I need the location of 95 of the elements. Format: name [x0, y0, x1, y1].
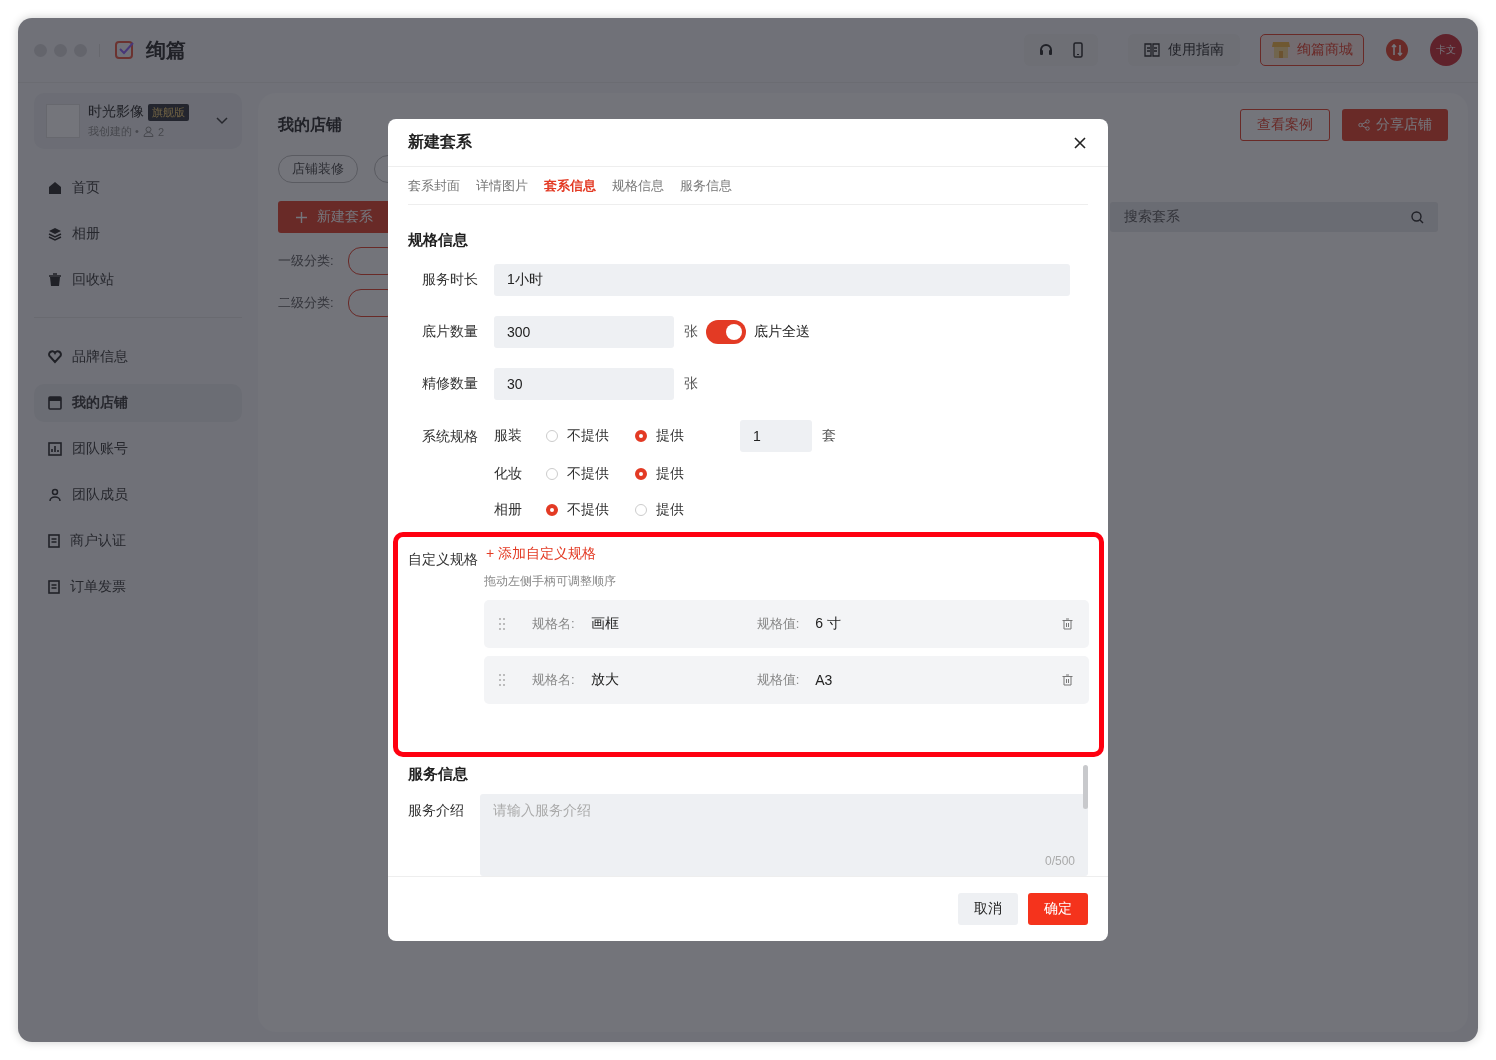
dialog-tab[interactable]: 套系封面	[408, 176, 460, 195]
dialog-tab[interactable]: 套系信息	[544, 176, 596, 195]
close-icon[interactable]	[1074, 136, 1086, 149]
chart-icon	[48, 442, 62, 456]
store-icon	[48, 396, 62, 410]
quantity-field[interactable]: 1	[740, 420, 812, 452]
unit-label: 套	[822, 427, 836, 445]
home-icon	[48, 181, 62, 195]
cancel-button[interactable]: 取消	[958, 893, 1018, 925]
radio-button[interactable]	[635, 430, 647, 442]
sort-badge-icon[interactable]	[1386, 39, 1408, 61]
phone-icon[interactable]	[1072, 42, 1084, 58]
tier-badge: 旗舰版	[148, 103, 189, 121]
dialog-tab[interactable]: 规格信息	[612, 176, 664, 195]
sidebar-item[interactable]: 首页	[34, 169, 242, 207]
add-custom-spec-link[interactable]: + 添加自定义规格	[486, 545, 597, 563]
toggle-label: 底片全送	[754, 323, 810, 341]
document-icon	[48, 534, 60, 548]
field-label: 服务介绍	[408, 802, 465, 820]
confirm-button[interactable]: 确定	[1028, 893, 1088, 925]
spec-value: A3	[815, 672, 834, 688]
spec-value-label: 规格值:	[756, 615, 800, 633]
sidebar-item[interactable]: 品牌信息	[34, 338, 242, 376]
spec-name-label: 规格名:	[532, 671, 575, 689]
spec-name: 相册	[494, 501, 523, 519]
unit-label: 张	[684, 375, 698, 393]
app-name: 绚篇	[146, 37, 186, 63]
duration-field[interactable]: 1小时	[494, 264, 1070, 296]
plus-icon	[296, 211, 307, 223]
person-icon	[142, 126, 154, 137]
dialog-tab[interactable]: 服务信息	[680, 176, 732, 195]
field-label: 自定义规格	[408, 551, 479, 569]
radio-option[interactable]: 不提供	[546, 501, 635, 519]
store-tab[interactable]: 店铺装修	[278, 155, 358, 183]
filter-label: 二级分类:	[278, 294, 334, 312]
field-label: 系统规格	[421, 427, 478, 446]
unit-label: 张	[684, 323, 698, 341]
retouch-count-field[interactable]: 30	[494, 368, 674, 400]
spec-name: 化妆	[494, 465, 523, 483]
share-store-button[interactable]: 分享店铺	[1342, 109, 1448, 141]
sidebar-item[interactable]: 相册	[34, 215, 242, 253]
radio-button[interactable]	[635, 468, 647, 480]
radio-option[interactable]: 提供	[635, 465, 724, 483]
spec-value-label: 规格值:	[756, 671, 800, 689]
radio-option[interactable]: 提供	[635, 427, 724, 445]
spec-name-value: 放大	[590, 671, 620, 689]
toggle-switch[interactable]	[706, 320, 746, 344]
radio-option[interactable]: 不提供	[546, 465, 635, 483]
scrollbar[interactable]	[1083, 765, 1088, 809]
checkbox-logo-icon	[114, 39, 136, 61]
character-counter: 0/500	[1044, 854, 1075, 868]
spec-value: 6 寸	[815, 615, 842, 633]
dialog-title: 新建套系	[408, 132, 472, 152]
trash-icon[interactable]	[1062, 674, 1073, 686]
view-cases-button[interactable]: 查看案例	[1240, 109, 1330, 141]
drag-handle-icon[interactable]	[498, 673, 506, 687]
sidebar-item[interactable]: 我的店铺	[34, 384, 242, 422]
sidebar-item[interactable]: 回收站	[34, 261, 242, 299]
sidebar-item[interactable]: 团队账号	[34, 430, 242, 468]
radio-button[interactable]	[546, 504, 558, 516]
heart-icon	[48, 350, 62, 364]
trash-icon	[48, 273, 62, 287]
drag-handle-icon[interactable]	[498, 617, 506, 631]
service-intro-field[interactable]: 请输入服务介绍 0/500	[480, 794, 1088, 876]
user-avatar[interactable]: 卡文	[1430, 34, 1462, 66]
spec-name-label: 规格名:	[532, 615, 575, 633]
page-title: 我的店铺	[278, 114, 342, 135]
field-label: 精修数量	[421, 375, 478, 393]
mall-button[interactable]: 绚篇商城	[1260, 34, 1364, 66]
section-title: 规格信息	[408, 231, 469, 250]
section-title: 服务信息	[408, 765, 469, 784]
headset-icon[interactable]	[1038, 42, 1054, 58]
radio-option[interactable]: 不提供	[546, 427, 635, 445]
chevron-down-icon	[216, 117, 228, 125]
trash-icon[interactable]	[1062, 618, 1073, 630]
search-icon	[1411, 210, 1424, 224]
spec-name-value: 画框	[590, 615, 620, 633]
book-icon	[1144, 43, 1160, 57]
spec-name: 服装	[494, 427, 523, 445]
sidebar-item[interactable]: 商户认证	[34, 522, 242, 560]
radio-option[interactable]: 提供	[635, 501, 724, 519]
shop-icon	[1271, 41, 1291, 59]
share-icon	[1358, 119, 1370, 131]
people-icon	[48, 488, 62, 502]
sidebar-item[interactable]: 订单发票	[34, 568, 242, 606]
sidebar-item[interactable]: 团队成员	[34, 476, 242, 514]
raw-count-field[interactable]: 300	[494, 316, 674, 348]
account-name: 时光影像	[88, 103, 144, 121]
field-label: 服务时长	[421, 271, 478, 289]
new-package-button[interactable]: 新建套系	[278, 201, 391, 233]
hint-text: 拖动左侧手柄可调整顺序	[484, 573, 616, 590]
document-icon	[48, 580, 60, 594]
field-label: 底片数量	[421, 323, 478, 341]
dialog-tab[interactable]: 详情图片	[476, 176, 528, 195]
layers-icon	[48, 227, 62, 241]
